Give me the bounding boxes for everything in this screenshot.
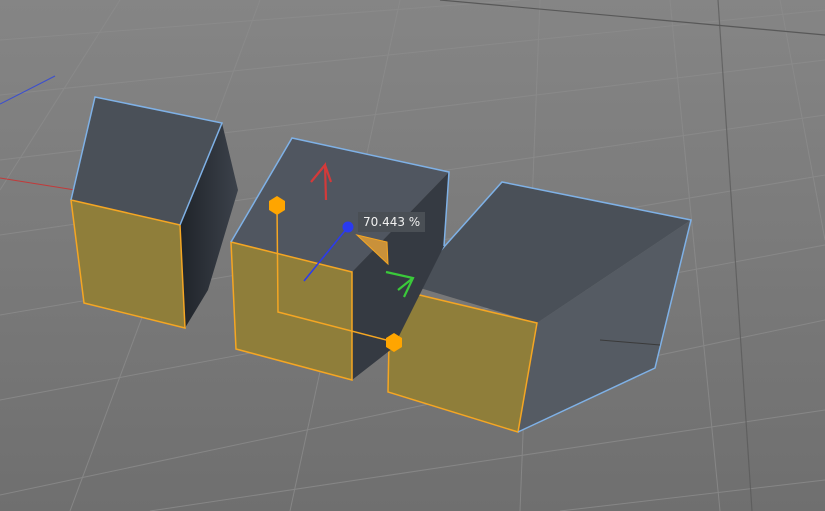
scale-readout: 70.443 % — [358, 212, 426, 232]
scene-canvas[interactable] — [0, 0, 825, 511]
3d-viewport[interactable]: 70.443 % — [0, 0, 825, 511]
gizmo-z-handle[interactable] — [342, 221, 354, 233]
